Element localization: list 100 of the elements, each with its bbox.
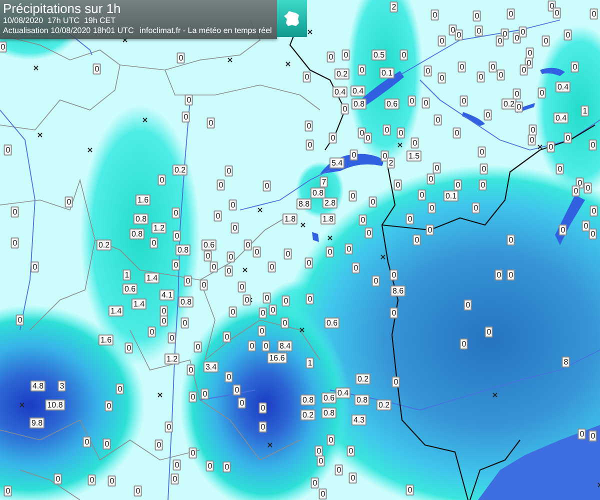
precipitation-value: 0.5: [371, 50, 387, 60]
precipitation-value: 0: [228, 306, 238, 318]
precipitation-value: 2: [390, 2, 398, 12]
precipitation-value: 0: [104, 400, 114, 412]
precipitation-value: 0: [582, 220, 590, 232]
precipitation-value: 0: [506, 270, 516, 280]
precipitation-value: 0: [526, 48, 534, 58]
precipitation-value: 0: [172, 230, 182, 242]
precipitation-value: 2.8: [322, 198, 338, 208]
precipitation-value: 0: [460, 338, 468, 350]
precipitation-value: 8: [562, 356, 570, 368]
precipitation-value: 0: [342, 50, 350, 60]
precipitation-value: 0: [542, 36, 550, 46]
precipitation-value: 0: [514, 102, 524, 112]
precipitation-value: 0: [158, 174, 166, 186]
precipitation-value: 0: [464, 300, 472, 310]
precipitation-value: 0: [528, 134, 536, 146]
precipitation-value: 0: [364, 132, 372, 144]
precipitation-value: 1.8: [320, 214, 336, 224]
precipitation-value: 0: [564, 30, 572, 40]
precipitation-value: 0.8: [351, 98, 367, 110]
precipitation-value: 0: [396, 128, 406, 138]
precipitation-value: 0: [460, 96, 468, 106]
precipitation-value: 0: [10, 238, 20, 248]
precipitation-value: 0: [556, 164, 564, 174]
precipitation-value: 0: [590, 206, 598, 216]
precipitation-value: 0: [348, 472, 358, 484]
precipitation-value: 0: [410, 138, 420, 148]
precipitation-value: 0: [588, 228, 598, 240]
precipitation-value: 0: [364, 228, 374, 238]
precipitation-value: 0: [484, 110, 492, 120]
precipitation-value: 1.2: [164, 354, 180, 364]
precipitation-value: 0: [268, 304, 278, 316]
precipitation-value: 0: [176, 52, 186, 64]
precipitation-value: 0: [172, 208, 180, 218]
precipitation-value: 0: [180, 318, 190, 328]
precipitation-value: 0: [10, 206, 20, 218]
precipitation-value: 0.2: [96, 240, 112, 250]
precipitation-value: 0: [304, 120, 314, 132]
precipitation-value: 0.2: [300, 410, 316, 420]
precipitation-value: 0.4: [335, 388, 351, 398]
precipitation-value: 0: [422, 98, 430, 108]
precipitation-value: 0: [438, 72, 446, 84]
precipitation-value: 0: [172, 260, 180, 270]
precipitation-value: 0: [576, 178, 584, 188]
precipitation-value: 0: [228, 200, 238, 210]
precipitation-value: 0: [418, 190, 426, 200]
precipitation-value: 0: [478, 146, 486, 158]
precipitation-value: 0: [230, 222, 240, 234]
precipitation-value: 0.8: [321, 408, 337, 418]
precipitation-value: 0: [546, 142, 556, 152]
precipitation-value: 0: [506, 8, 516, 20]
precipitation-value: 0: [182, 112, 190, 122]
precipitation-value: 0: [186, 364, 196, 376]
precipitation-value: 0: [348, 190, 358, 202]
precipitation-value: 4.8: [30, 380, 46, 392]
precipitation-value: 0: [326, 434, 336, 446]
precipitation-value: 1.8: [282, 214, 298, 224]
precipitation-value: 0: [506, 234, 516, 246]
precipitation-value: 0: [188, 448, 198, 458]
precipitation-value: 0: [474, 26, 484, 36]
precipitation-value: 0: [512, 88, 522, 100]
precipitation-value: 0: [200, 388, 210, 400]
precipitation-value: 0: [248, 340, 256, 352]
precipitation-value: 0: [148, 326, 156, 338]
precipitation-value: 0: [242, 294, 252, 306]
precipitation-value: 0: [496, 70, 506, 80]
precipitation-value: 0: [258, 422, 268, 432]
precipitation-value: 0: [306, 140, 314, 150]
precipitation-value: 0: [214, 210, 222, 222]
precipitation-value: 0: [216, 180, 226, 190]
precipitation-value: 0.6: [201, 240, 217, 250]
precipitation-value: 0: [432, 162, 442, 174]
precipitation-value: 0: [4, 486, 12, 496]
precipitation-value: 0: [584, 182, 592, 194]
precipitation-value: 0: [478, 180, 488, 190]
precipitation-value: 0: [170, 474, 180, 484]
precipitation-value: 0: [304, 258, 314, 268]
precipitation-value: 0: [406, 214, 414, 224]
precipitation-value: 0: [150, 238, 158, 248]
precipitation-value: 0: [476, 72, 486, 82]
precipitation-value: 0: [4, 144, 12, 156]
precipitation-value: 0.4: [332, 86, 348, 98]
precipitation-value: 3.4: [203, 362, 219, 372]
precipitation-value: 0.6: [321, 392, 337, 404]
precipitation-value: 0: [232, 384, 242, 396]
precipitation-value: 0: [472, 202, 480, 214]
map-title: Précipitations sur 1h: [3, 1, 122, 16]
precipitation-value: 0: [154, 440, 164, 450]
precipitation-value: 0: [160, 306, 168, 316]
precipitation-value: 0: [472, 10, 482, 22]
precipitation-value: 0.6: [122, 284, 138, 294]
precipitation-value: 0.2: [355, 374, 371, 384]
precipitation-value: 0.2: [501, 98, 517, 110]
precipitation-value: 0.8: [133, 214, 149, 224]
precipitation-value: 0: [578, 428, 586, 440]
precipitation-value: 0: [284, 248, 292, 260]
precipitation-value: 0: [258, 308, 268, 318]
precipitation-value: 0: [318, 488, 328, 500]
precipitation-value: 0: [328, 132, 338, 144]
